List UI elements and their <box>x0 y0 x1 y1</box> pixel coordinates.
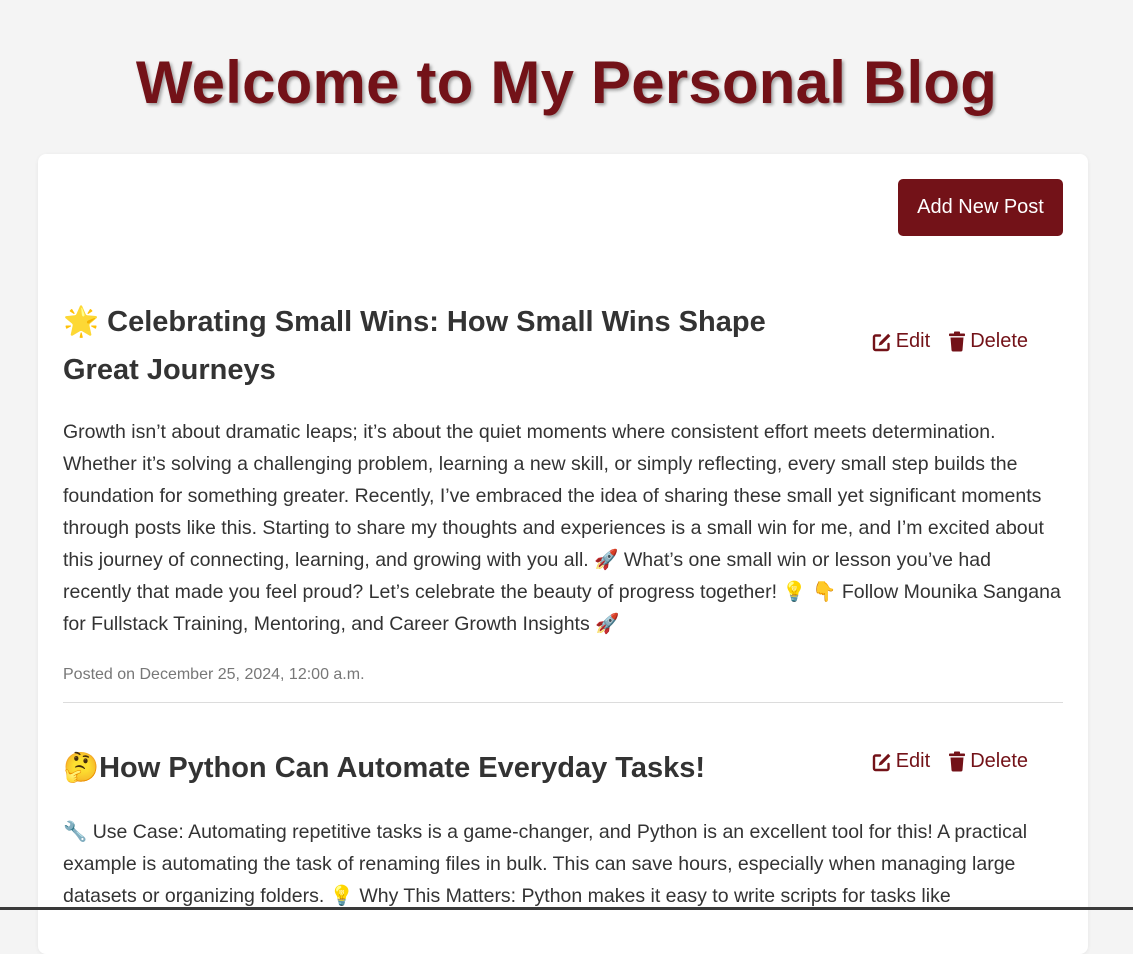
post-title: 🌟 Celebrating Small Wins: How Small Wins… <box>63 306 766 386</box>
post-actions: Edit Delete <box>872 750 1028 773</box>
post-divider <box>63 702 1063 703</box>
trash-icon <box>948 751 966 772</box>
post-date: Posted on December 25, 2024, 12:00 a.m. <box>63 666 365 683</box>
post-card: 🤔How Python Can Automate Everyday Tasks!… <box>63 744 1063 912</box>
edit-label: Edit <box>895 330 931 352</box>
add-new-post-button[interactable]: Add New Post <box>898 179 1063 236</box>
edit-icon <box>872 752 892 772</box>
post-content: Growth isn’t about dramatic leaps; it’s … <box>63 421 1061 635</box>
delete-link[interactable]: Delete <box>948 750 1028 773</box>
delete-link[interactable]: Delete <box>948 330 1028 353</box>
edit-icon <box>872 332 892 352</box>
edit-label: Edit <box>895 750 931 772</box>
post-card: 🌟 Celebrating Small Wins: How Small Wins… <box>63 298 1063 684</box>
delete-label: Delete <box>970 330 1028 352</box>
page-title: Welcome to My Personal Blog <box>135 49 998 116</box>
post-actions: Edit Delete <box>872 330 1028 353</box>
delete-label: Delete <box>970 750 1028 772</box>
edit-link[interactable]: Edit <box>872 330 930 353</box>
post-content: 🔧 Use Case: Automating repetitive tasks … <box>63 821 1028 907</box>
post-title: 🤔How Python Can Automate Everyday Tasks! <box>63 752 706 784</box>
edit-link[interactable]: Edit <box>872 750 930 773</box>
blog-container: Add New Post 🌟 Celebrating Small Wins: H… <box>38 154 1088 954</box>
trash-icon <box>948 331 966 352</box>
